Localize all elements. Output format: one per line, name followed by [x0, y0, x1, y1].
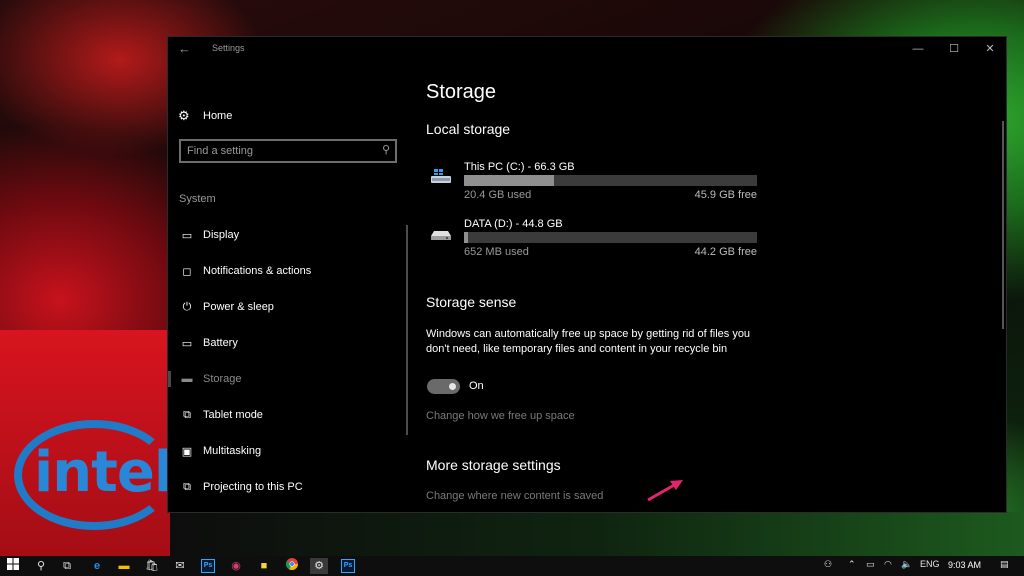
sidebar-nav: ⚙ Home ⚲ System ▭ Display ◻ Notifications &…	[168, 61, 408, 512]
page-title: Storage	[426, 81, 497, 103]
sticky-notes-icon[interactable]: ■	[255, 558, 273, 574]
drive-c[interactable]: This PC (C:) - 66.3 GB 20.4 GB used 45.9…	[426, 161, 766, 205]
message-icon: ◻	[182, 265, 192, 278]
monitor-icon: ▭	[181, 229, 193, 242]
sidebar-item-label: Multitasking	[203, 445, 262, 457]
edge-icon[interactable]: e	[88, 558, 106, 574]
mail-icon[interactable]: ✉	[171, 558, 189, 574]
drive-d[interactable]: DATA (D:) - 44.8 GB 652 MB used 44.2 GB …	[426, 218, 766, 262]
sidebar-item-label: Battery	[203, 337, 238, 349]
settings-window: ← Settings — ☐ ✕ ⚙ Home ⚲ System ▭ Displa…	[167, 36, 1007, 513]
storage-sense-description: Windows can automatically free up space …	[426, 328, 751, 355]
folder-icon[interactable]: ▬	[115, 558, 133, 574]
storage-sense-toggle[interactable]	[427, 379, 460, 394]
drive-name: This PC (C:) - 66.3 GB	[464, 161, 575, 173]
sidebar-item-tablet-mode[interactable]: ⧉ Tablet mode	[168, 397, 404, 433]
sidebar-item-display[interactable]: ▭ Display	[168, 217, 404, 253]
windows-drive-icon	[430, 169, 452, 185]
toggle-state-label: On	[469, 380, 484, 392]
close-button[interactable]: ✕	[973, 39, 1006, 59]
search-icon[interactable]: ⚲	[382, 143, 390, 156]
chevron-up-icon[interactable]: ⌃	[848, 559, 856, 570]
app-icon[interactable]: ◉	[227, 558, 245, 574]
hard-drive-icon	[430, 226, 452, 242]
home-link[interactable]: ⚙ Home	[178, 106, 232, 126]
arrow-shaft	[647, 482, 677, 502]
search-box[interactable]: ⚲	[179, 139, 397, 163]
chrome-icon[interactable]	[283, 558, 301, 574]
multitasking-icon: ▣	[181, 445, 193, 458]
sidebar-item-label: Power & sleep	[203, 301, 274, 313]
battery-tray-icon[interactable]: ▭	[866, 559, 875, 570]
sidebar-item-label: Tablet mode	[203, 409, 263, 421]
search-input[interactable]	[187, 144, 367, 158]
drive-free: 45.9 GB free	[694, 189, 757, 201]
people-icon[interactable]: ⚇	[824, 559, 832, 570]
drive-usage-fill	[464, 232, 469, 243]
title-bar: ← Settings — ☐ ✕	[168, 37, 1006, 61]
photoshop-icon[interactable]: Ps	[201, 559, 215, 573]
search-icon[interactable]: ⚲	[32, 558, 50, 574]
drive-used: 652 MB used	[464, 246, 529, 258]
change-free-up-link[interactable]: Change how we free up space	[426, 410, 575, 422]
drive-usage-fill	[464, 175, 555, 186]
start-windows-icon[interactable]	[4, 558, 22, 574]
wallpaper-green-strip	[170, 512, 1024, 556]
clock[interactable]: 9:03 AM	[948, 560, 981, 570]
wifi-icon[interactable]: ◠	[884, 559, 892, 570]
main-content: Storage Local storage This PC (C:) - 66.…	[426, 61, 996, 512]
sidebar-item-power-sleep[interactable]: ⏻ Power & sleep	[168, 289, 404, 325]
sidebar-item-battery[interactable]: ▭ Battery	[168, 325, 404, 361]
drive-name: DATA (D:) - 44.8 GB	[464, 218, 563, 230]
home-label: Home	[203, 110, 233, 122]
drive-used: 20.4 GB used	[464, 189, 532, 201]
gear-icon: ⚙	[178, 108, 190, 123]
storage-icon: ▬	[181, 373, 193, 385]
volume-icon[interactable]: 🔈	[901, 559, 912, 570]
sidebar-item-label: Display	[203, 229, 240, 241]
taskbar: ⚲ ⧉ e ▬ 🛍 ✉ Ps ◉ ■ ⚙ Ps ⚇ ⌃ ▭ ◠ 🔈 ENG 9:…	[0, 556, 1024, 576]
nav-list: ▭ Display ◻ Notifications & actions ⏻ Power &…	[168, 217, 404, 512]
storage-sense-heading: Storage sense	[426, 294, 517, 310]
section-label: System	[179, 193, 216, 205]
sidebar-item-multitasking[interactable]: ▣ Multitasking	[168, 433, 404, 469]
intel-logo: intel	[34, 440, 173, 505]
content-scrollbar[interactable]	[1002, 121, 1004, 329]
sidebar-item-label: Projecting to this PC	[203, 481, 303, 493]
photoshop-icon-2[interactable]: Ps	[341, 559, 355, 573]
sidebar-item-label: Storage	[203, 373, 242, 385]
more-storage-heading: More storage settings	[426, 457, 561, 473]
settings-gear-icon[interactable]: ⚙	[310, 558, 328, 574]
drive-free: 44.2 GB free	[694, 246, 757, 258]
battery-icon: ▭	[181, 337, 193, 350]
minimize-button[interactable]: —	[901, 39, 935, 59]
sidebar-item-projecting-to-this-pc[interactable]: ⧉ Projecting to this PC	[168, 469, 404, 505]
back-arrow-icon[interactable]: ←	[178, 41, 194, 57]
new-content-link[interactable]: Change where new content is saved	[426, 490, 603, 502]
store-icon[interactable]: 🛍	[143, 558, 161, 574]
task-view-icon[interactable]: ⧉	[58, 558, 76, 574]
sidebar-item-shared-experiences[interactable]: ✕Shared experiences	[168, 505, 404, 512]
sidebar-item-notifications-actions[interactable]: ◻ Notifications & actions	[168, 253, 404, 289]
notification-icon[interactable]: ▤	[1000, 559, 1009, 570]
app-title: Settings	[212, 43, 245, 53]
sidebar-item-label: Notifications & actions	[203, 265, 312, 277]
drive-usage-bar	[464, 232, 757, 243]
sidebar-scrollbar[interactable]	[406, 225, 408, 435]
power-icon: ⏻	[182, 300, 192, 313]
language-indicator[interactable]: ENG	[920, 559, 940, 569]
projector-icon: ⧉	[183, 480, 191, 493]
local-storage-heading: Local storage	[426, 121, 511, 137]
drive-usage-bar	[464, 175, 757, 186]
maximize-button[interactable]: ☐	[937, 39, 971, 59]
sidebar-item-storage[interactable]: ▬ Storage	[168, 361, 404, 397]
annotation-arrow-icon	[647, 480, 683, 502]
tablet-icon: ⧉	[183, 408, 191, 421]
toggle-knob	[449, 383, 456, 390]
